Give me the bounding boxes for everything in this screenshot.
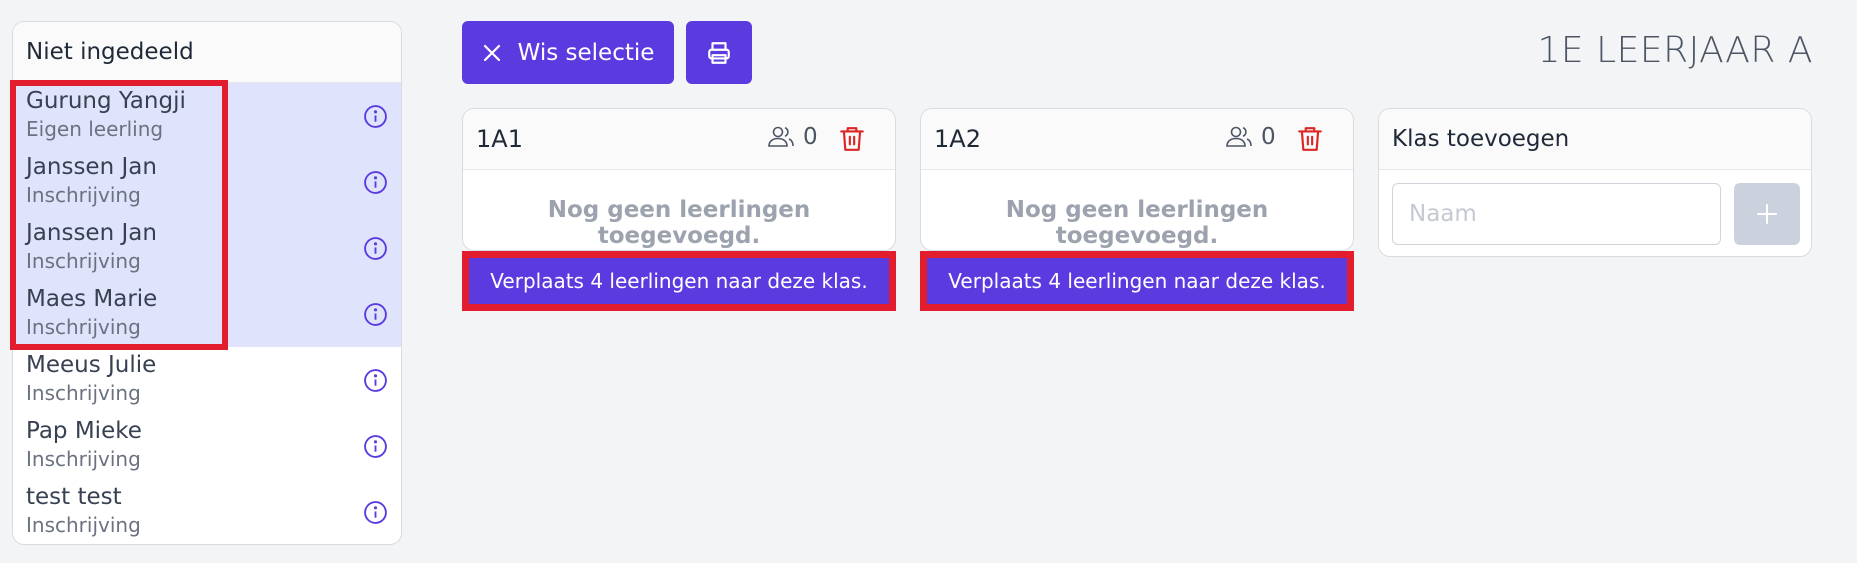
add-class-button[interactable] (1734, 183, 1800, 245)
info-icon[interactable] (363, 434, 388, 459)
student-type: Inschrijving (26, 249, 141, 273)
student-count: 0 (767, 124, 818, 150)
print-button[interactable] (686, 21, 752, 84)
class-card: 1A1 0 Nog geen leerlingen toegevoegd. (462, 108, 896, 251)
close-icon (483, 44, 500, 61)
info-icon[interactable] (363, 368, 388, 393)
student-row[interactable]: Gurung Yangji Eigen leerling (13, 83, 401, 149)
trash-icon[interactable] (1297, 125, 1323, 153)
student-count-value: 0 (1261, 124, 1276, 150)
users-icon (768, 126, 794, 147)
student-row[interactable]: Pap Mieke Inschrijving (13, 413, 401, 479)
unassigned-title: Niet ingedeeld (13, 22, 401, 83)
student-name: Maes Marie (26, 286, 158, 312)
move-students-button[interactable]: Verplaats 4 leerlingen naar deze klas. (920, 251, 1354, 311)
class-card-header: 1A1 0 (463, 109, 895, 170)
info-icon[interactable] (363, 500, 388, 525)
plus-icon (1757, 204, 1777, 224)
student-name: Meeus Julie (26, 352, 157, 378)
page-title: 1E LEERJAAR A (1537, 30, 1813, 71)
class-name: 1A1 (476, 125, 523, 153)
student-name: Gurung Yangji (26, 88, 186, 114)
student-row[interactable]: Janssen Jan Inschrijving (13, 215, 401, 281)
student-type: Inschrijving (26, 447, 141, 471)
student-type: Inschrijving (26, 183, 141, 207)
student-name: Janssen Jan (26, 154, 157, 180)
student-name: Janssen Jan (26, 220, 157, 246)
class-name-input[interactable] (1392, 183, 1721, 245)
student-name: Pap Mieke (26, 418, 142, 444)
printer-icon (708, 41, 730, 64)
student-type: Inschrijving (26, 513, 141, 537)
info-icon[interactable] (363, 104, 388, 129)
info-icon[interactable] (363, 170, 388, 195)
student-row[interactable]: Maes Marie Inschrijving (13, 281, 401, 347)
move-students-button[interactable]: Verplaats 4 leerlingen naar deze klas. (462, 251, 896, 311)
trash-icon[interactable] (839, 125, 865, 153)
student-count-value: 0 (803, 124, 818, 150)
student-type: Inschrijving (26, 315, 141, 339)
add-class-card: Klas toevoegen (1378, 108, 1812, 257)
class-card: 1A2 0 Nog geen leerlingen toegevoegd. (920, 108, 1354, 251)
clear-selection-label: Wis selectie (517, 39, 655, 66)
class-name: 1A2 (934, 125, 981, 153)
empty-class-message: Nog geen leerlingen toegevoegd. (547, 197, 811, 249)
student-row[interactable]: test test Inschrijving (13, 479, 401, 544)
student-type: Inschrijving (26, 381, 141, 405)
clear-selection-button[interactable]: Wis selectie (462, 21, 674, 84)
student-row[interactable]: Janssen Jan Inschrijving (13, 149, 401, 215)
student-row[interactable]: Meeus Julie Inschrijving (13, 347, 401, 413)
student-type: Eigen leerling (26, 117, 164, 141)
add-class-title: Klas toevoegen (1379, 109, 1811, 170)
student-count: 0 (1225, 124, 1276, 150)
info-icon[interactable] (363, 302, 388, 327)
unassigned-panel: Niet ingedeeld Gurung Yangji Eigen leerl… (12, 21, 402, 545)
empty-class-message: Nog geen leerlingen toegevoegd. (1005, 197, 1269, 249)
student-name: test test (26, 484, 122, 510)
users-icon (1226, 126, 1252, 147)
class-card-header: 1A2 0 (921, 109, 1353, 170)
info-icon[interactable] (363, 236, 388, 261)
